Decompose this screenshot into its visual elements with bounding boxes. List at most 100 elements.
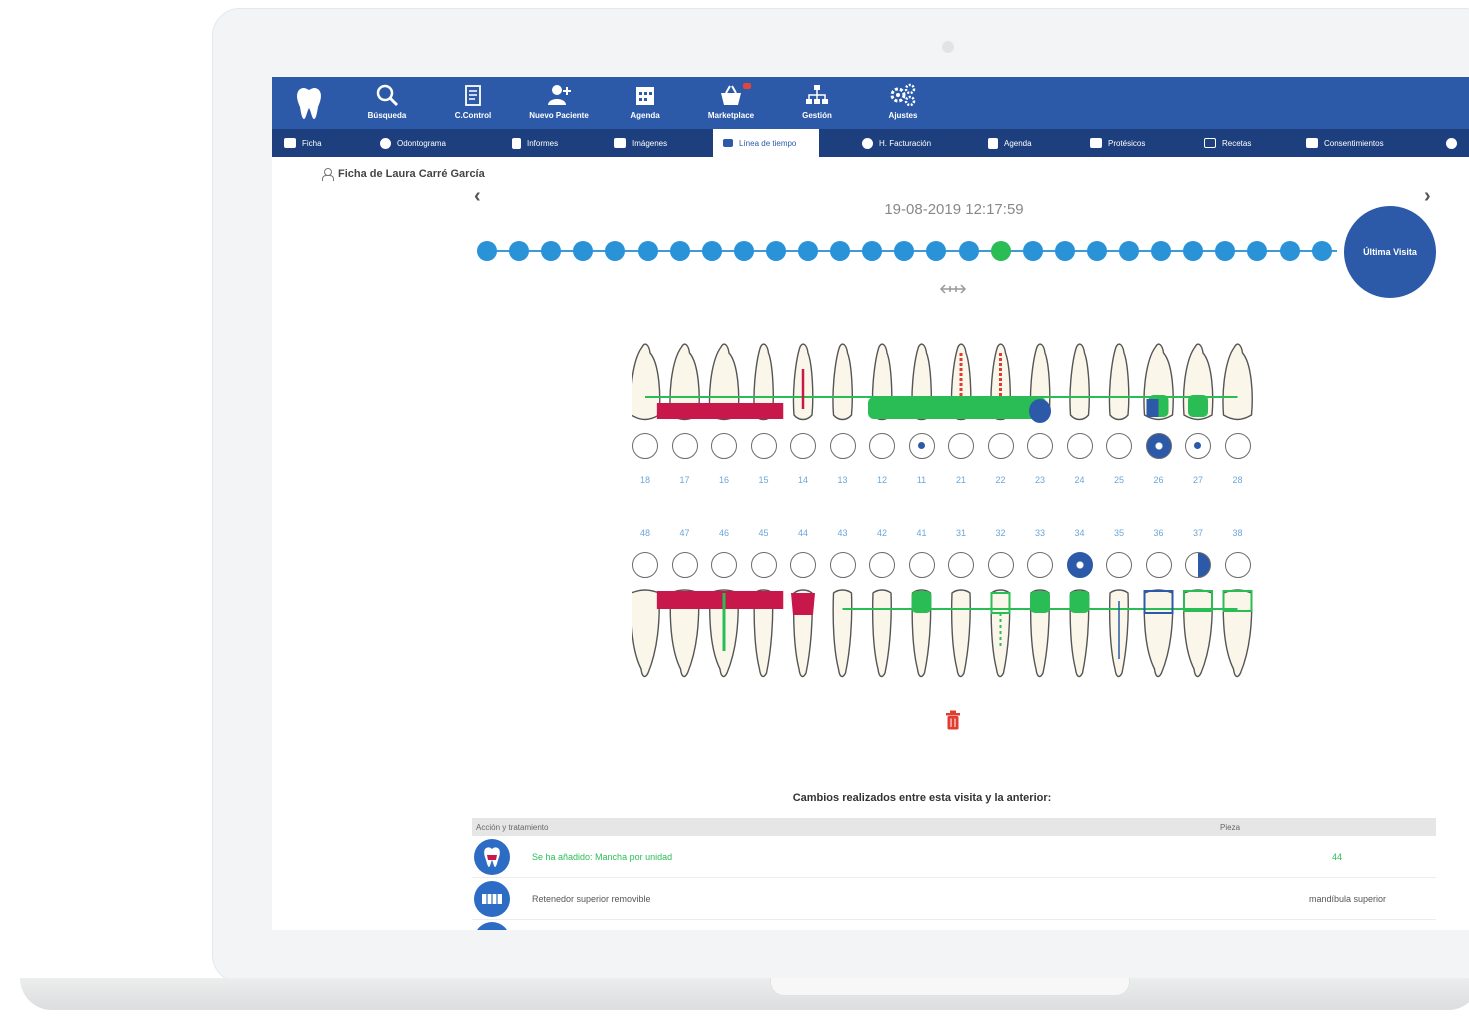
tooth-surface-selector[interactable] — [1027, 433, 1053, 459]
tooth-surface-selector[interactable] — [1066, 433, 1093, 459]
tooth-surface-selector[interactable] — [829, 552, 856, 578]
timeline-dot[interactable] — [669, 241, 690, 261]
tooth-surface-selector[interactable] — [1145, 552, 1172, 578]
tooth-surface-selector[interactable] — [790, 433, 816, 459]
timeline-dot[interactable] — [1279, 241, 1300, 261]
tooth-surface-selector[interactable] — [829, 433, 856, 459]
tab-timeline[interactable]: Línea de tiempo — [713, 129, 819, 157]
timeline-dot[interactable] — [477, 241, 497, 261]
tab-imagenes[interactable]: Imágenes — [604, 129, 677, 157]
timeline-dot[interactable] — [1054, 241, 1075, 261]
tab-recetas[interactable]: Recetas — [1194, 129, 1261, 157]
topnav-marketplace[interactable]: Marketplace — [686, 81, 776, 120]
timeline-dot[interactable] — [1086, 241, 1107, 261]
timeline-dot[interactable] — [1215, 241, 1236, 261]
tab-facturacion[interactable]: H. Facturación — [852, 129, 941, 157]
upper-tooth[interactable] — [1108, 343, 1130, 421]
lower-tooth[interactable] — [950, 589, 971, 678]
tooth-surface-selector[interactable] — [869, 552, 895, 578]
tab-ficha[interactable]: Ficha — [274, 129, 332, 157]
timeline-dot[interactable] — [830, 241, 851, 261]
lower-tooth[interactable] — [632, 589, 660, 678]
tooth-surface-selector[interactable] — [1066, 552, 1093, 578]
upper-tooth[interactable] — [832, 343, 853, 421]
tooth-surface-selector[interactable] — [987, 433, 1014, 459]
upper-tooth[interactable] — [1222, 343, 1253, 421]
tab-informes-label: Informes — [527, 138, 559, 148]
timeline-dot[interactable] — [926, 241, 947, 261]
timeline-dot[interactable] — [733, 241, 754, 261]
timeline-dot[interactable] — [1119, 241, 1139, 261]
tooth-surface-selector[interactable] — [1027, 552, 1053, 578]
expand-arrows-icon[interactable] — [938, 283, 968, 295]
tab-odontograma[interactable]: Odontograma — [370, 129, 456, 157]
lower-tooth[interactable] — [1222, 589, 1253, 678]
timeline-dot-current[interactable] — [990, 241, 1011, 261]
tooth-surface-selector[interactable] — [671, 552, 698, 578]
timeline-dot[interactable] — [605, 241, 626, 261]
timeline-dot[interactable] — [1247, 241, 1268, 261]
topnav-settings[interactable]: Ajustes — [858, 81, 948, 120]
tooth-surface-selector[interactable] — [750, 552, 777, 578]
tooth-surface-selector[interactable] — [632, 552, 658, 578]
table-row[interactable]: Retenedor superior removible mandíbula s… — [472, 878, 1436, 920]
timeline-dot[interactable] — [894, 241, 915, 261]
tooth-surface-selector[interactable] — [1106, 433, 1132, 459]
topnav-gestion[interactable]: Gestión — [772, 81, 862, 120]
timeline-dot[interactable] — [1022, 241, 1043, 261]
timeline-dot[interactable] — [637, 241, 658, 261]
upper-tooth[interactable] — [1069, 343, 1090, 421]
tooth-surface-selector[interactable] — [711, 433, 737, 459]
last-visit-button[interactable]: Última Visita — [1344, 206, 1436, 298]
topnav-search[interactable]: Búsqueda — [342, 81, 432, 120]
tab-informes[interactable]: Informes — [502, 129, 568, 157]
lower-tooth[interactable] — [871, 589, 892, 678]
tooth-surface-selector[interactable] — [869, 433, 895, 459]
tooth-surface-selector[interactable] — [1185, 433, 1211, 459]
tooth-surface-selector[interactable] — [1185, 552, 1211, 578]
tab-more[interactable] — [1436, 129, 1467, 157]
timeline-dot[interactable] — [862, 241, 883, 261]
tooth-surface-selector[interactable] — [908, 433, 935, 459]
tooth-surface-selector[interactable] — [790, 552, 816, 578]
tooth-surface-selector[interactable] — [711, 552, 737, 578]
timeline-dot[interactable] — [541, 241, 562, 261]
tab-consentimientos[interactable]: Consentimientos — [1296, 129, 1394, 157]
tab-protesicos[interactable]: Protésicos — [1080, 129, 1155, 157]
topnav-agenda[interactable]: Agenda — [600, 81, 690, 120]
tab-agenda[interactable]: Agenda — [978, 129, 1042, 157]
timeline-dot[interactable] — [573, 241, 594, 261]
tooth-surface-selector[interactable] — [987, 552, 1014, 578]
lower-tooth[interactable] — [1183, 589, 1213, 678]
tooth-surface-selector[interactable] — [1224, 433, 1251, 459]
lower-tooth[interactable] — [832, 589, 853, 678]
table-row[interactable]: Se ha añadido: Mancha por unidad 44 — [472, 836, 1436, 878]
tab-agenda-label: Agenda — [1004, 138, 1032, 148]
lower-tooth[interactable] — [1143, 589, 1174, 678]
trash-icon[interactable] — [945, 710, 961, 730]
tooth-surface-selector[interactable] — [1145, 433, 1172, 459]
timeline-dot[interactable] — [1183, 241, 1204, 261]
tooth-surface-selector[interactable] — [750, 433, 777, 459]
tooth-surface-selector[interactable] — [908, 552, 935, 578]
timeline-dot[interactable] — [509, 241, 530, 261]
tooth-surface-selector[interactable] — [948, 433, 974, 459]
previous-visit-arrow[interactable]: ‹ — [474, 185, 481, 208]
upper-tooth[interactable] — [632, 343, 661, 421]
topnav-ccontrol[interactable]: C.Control — [428, 81, 518, 120]
timeline-dot[interactable] — [1151, 241, 1172, 261]
tooth-surface-selector[interactable] — [948, 552, 974, 578]
tooth-surface-selector[interactable] — [1224, 552, 1251, 578]
timeline-dot[interactable] — [1311, 241, 1332, 261]
tooth-surface-selector[interactable] — [1106, 552, 1132, 578]
tooth-surface-selector[interactable] — [632, 433, 658, 459]
tooth-surface-selector[interactable] — [671, 433, 698, 459]
topnav-new-patient[interactable]: Nuevo Paciente — [514, 81, 604, 120]
timeline-dot[interactable] — [765, 241, 786, 261]
timeline-dot[interactable] — [798, 241, 818, 261]
timeline-dot[interactable] — [958, 241, 979, 261]
next-visit-arrow[interactable]: › — [1424, 185, 1431, 208]
tab-recetas-label: Recetas — [1222, 138, 1252, 148]
timeline-dot[interactable] — [701, 241, 722, 261]
tooth-logo-icon[interactable] — [294, 86, 324, 120]
